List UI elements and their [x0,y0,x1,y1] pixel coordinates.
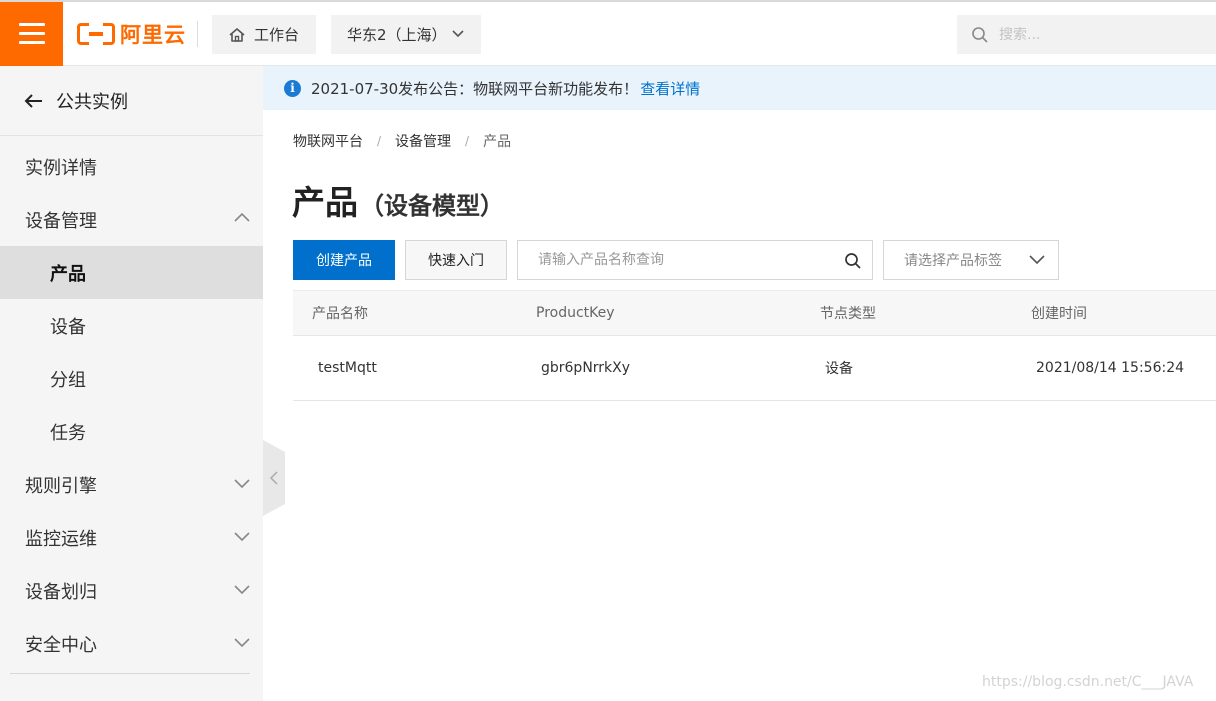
breadcrumb: 物联网平台 / 设备管理 / 产品 [293,131,511,151]
sidebar-item-label: 规则引擎 [25,475,97,497]
info-icon: i [284,79,301,97]
page-title-subtitle: （设备模型） [360,192,504,220]
sidebar-item-label: 分组 [50,369,86,391]
sidebar-item-label: 产品 [50,263,86,285]
sidebar-item-label: 设备管理 [25,210,97,232]
sidebar-divider [10,673,250,674]
sidebar: 公共实例 实例详情 设备管理 产品 设备 分组 任务 规则引擎 监控运维 设备划… [0,66,263,701]
product-tag-select[interactable]: 请选择产品标签 [883,240,1059,280]
global-search[interactable] [957,15,1216,54]
sidebar-item-label: 安全中心 [25,634,97,656]
sidebar-item-rules-engine[interactable]: 规则引擎 [0,458,263,511]
sidebar-item-label: 实例详情 [25,157,97,179]
product-table: 产品名称 ProductKey 节点类型 创建时间 testMqtt gbr6p… [293,290,1216,401]
sidebar-item-label: 设备 [50,316,86,338]
top-bar: 阿里云 工作台 华东2（上海） [0,0,1216,66]
arrow-left-icon [24,93,42,108]
breadcrumb-device-management[interactable]: 设备管理 [395,131,451,151]
cell-node-type: 设备 [825,361,853,377]
sidebar-item-monitoring[interactable]: 监控运维 [0,511,263,564]
chevron-down-icon [234,638,250,648]
sidebar-collapse-handle[interactable] [263,440,285,516]
table-row[interactable]: testMqtt gbr6pNrrkXy 设备 2021/08/14 15:56… [293,336,1216,401]
chevron-down-icon [234,479,250,489]
cell-product-name[interactable]: testMqtt [318,336,377,400]
announcement-banner: i 2021-07-30发布公告：物联网平台新功能发布！ 查看详情 [263,66,1216,110]
breadcrumb-current: 产品 [483,134,512,150]
quick-start-button[interactable]: 快速入门 [405,240,507,280]
sidebar-item-label: 设备划归 [25,581,97,603]
search-icon [972,26,988,43]
chevron-up-icon [234,212,250,222]
watermark: https://blog.csdn.net/C___JAVA [982,674,1194,690]
sidebar-item-instance-details[interactable]: 实例详情 [0,140,263,193]
page-title: 产品 （设备模型） [292,176,504,224]
cell-created-time: 2021/08/14 15:56:24 [1036,360,1185,376]
logo-text: 阿里云 [120,23,186,47]
table-header: 产品名称 ProductKey 节点类型 创建时间 [293,290,1216,336]
announcement-text: 2021-07-30发布公告：物联网平台新功能发布！ [311,79,639,98]
global-search-input[interactable] [999,26,1179,43]
column-header-product-key: ProductKey [536,305,615,321]
workbench-button[interactable]: 工作台 [212,15,316,54]
sidebar-item-groups[interactable]: 分组 [0,352,263,405]
tag-select-placeholder: 请选择产品标签 [904,253,1002,269]
breadcrumb-separator: / [465,134,470,148]
sidebar-item-label: 监控运维 [25,528,97,550]
announcement-details-link[interactable]: 查看详情 [640,78,700,99]
sidebar-item-device-assignment[interactable]: 设备划归 [0,564,263,617]
column-header-node-type: 节点类型 [820,306,876,322]
breadcrumb-iot-platform[interactable]: 物联网平台 [293,131,363,151]
hamburger-menu-button[interactable] [0,2,63,66]
search-icon[interactable] [844,252,862,270]
workbench-label: 工作台 [254,26,300,44]
column-header-product-name: 产品名称 [312,306,368,322]
chevron-down-icon [234,585,250,595]
back-to-instances-link[interactable]: 公共实例 [0,66,263,136]
aliyun-logo[interactable]: 阿里云 [77,19,186,49]
chevron-down-icon [1029,255,1045,265]
region-selector[interactable]: 华东2（上海） [331,15,481,54]
aliyun-logo-icon [77,23,115,45]
menu-icon-line [19,23,45,26]
menu-icon-line [19,41,45,44]
breadcrumb-separator: / [377,134,382,148]
sidebar-item-device-management[interactable]: 设备管理 [0,193,263,246]
product-search-field [517,240,873,280]
region-label: 华东2（上海） [347,26,447,44]
cell-product-key: gbr6pNrrkXy [541,360,631,376]
chevron-down-icon [452,30,464,38]
product-search-input[interactable] [538,252,828,268]
header-divider [197,21,198,47]
home-icon [229,27,245,42]
create-product-button[interactable]: 创建产品 [293,240,395,280]
chevron-left-icon [269,471,278,485]
back-label: 公共实例 [56,91,128,113]
menu-icon-line [19,32,45,35]
sidebar-item-tasks[interactable]: 任务 [0,405,263,458]
sidebar-item-devices[interactable]: 设备 [0,299,263,352]
sidebar-item-label: 任务 [50,422,86,444]
sidebar-item-products[interactable]: 产品 [0,246,263,299]
sidebar-item-security-center[interactable]: 安全中心 [0,617,263,670]
chevron-down-icon [234,532,250,542]
column-header-created-time: 创建时间 [1031,306,1087,322]
page-title-main: 产品 [292,183,358,222]
